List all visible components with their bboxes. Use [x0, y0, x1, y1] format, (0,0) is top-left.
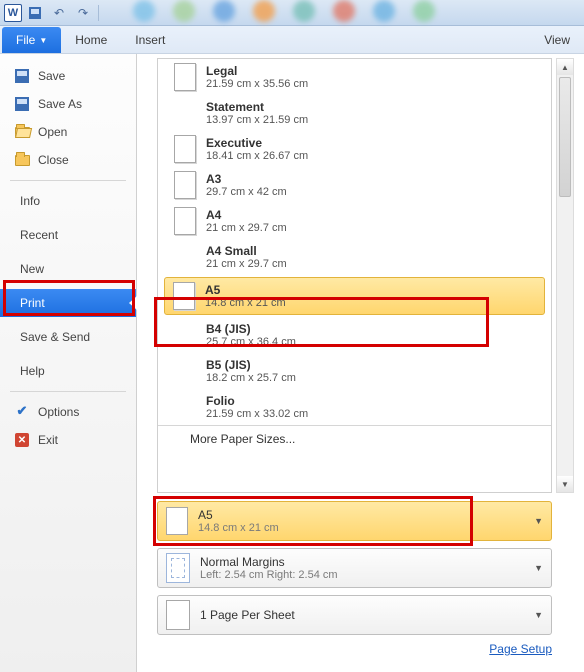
word-app-icon: W [4, 4, 22, 22]
sidebar-label: Save [38, 69, 65, 83]
page-icon [174, 207, 196, 235]
scroll-down-icon[interactable]: ▼ [557, 476, 573, 492]
close-icon [14, 152, 30, 168]
sidebar-item-exit[interactable]: ✕ Exit [0, 426, 136, 454]
backstage-sidebar: Save Save As Open Close Info Recent New [0, 54, 137, 672]
save-icon [14, 68, 30, 84]
scrollbar-vertical[interactable]: ▲ ▼ [556, 58, 574, 493]
tab-file[interactable]: File ▼ [2, 27, 61, 53]
sidebar-item-print[interactable]: Print [0, 289, 136, 317]
scroll-up-icon[interactable]: ▲ [557, 59, 573, 75]
more-paper-sizes[interactable]: More Paper Sizes... [158, 425, 551, 452]
chevron-down-icon: ▼ [534, 516, 543, 526]
qat-redo-icon[interactable]: ↷ [72, 3, 94, 23]
qat-undo-icon[interactable]: ↶ [48, 3, 70, 23]
sidebar-label: Open [38, 125, 67, 139]
sidebar-item-save[interactable]: Save [0, 62, 136, 90]
sidebar-item-help[interactable]: Help [0, 357, 136, 385]
sidebar-label: Save As [38, 97, 82, 111]
options-icon: ✔ [14, 404, 30, 420]
chevron-down-icon: ▼ [534, 563, 543, 573]
sidebar-item-close[interactable]: Close [0, 146, 136, 174]
sidebar-label: Exit [38, 433, 58, 447]
page-setup-link[interactable]: Page Setup [489, 642, 552, 656]
tab-home[interactable]: Home [61, 27, 121, 53]
paper-size-dropdown[interactable]: A5 14.8 cm x 21 cm ▼ [157, 501, 552, 541]
chevron-down-icon: ▼ [534, 610, 543, 620]
margins-dropdown[interactable]: Normal Margins Left: 2.54 cm Right: 2.54… [157, 548, 552, 588]
pages-per-sheet-dropdown[interactable]: 1 Page Per Sheet ▼ [157, 595, 552, 635]
sidebar-item-new[interactable]: New [0, 255, 136, 283]
sidebar-separator [10, 180, 126, 181]
save-as-icon [14, 96, 30, 112]
paper-size-executive[interactable]: Executive18.41 cm x 26.67 cm [158, 131, 551, 167]
sidebar-item-options[interactable]: ✔ Options [0, 398, 136, 426]
sidebar-item-info[interactable]: Info [0, 187, 136, 215]
tab-file-label: File [16, 33, 35, 47]
paper-size-statement[interactable]: Statement13.97 cm x 21.59 cm [158, 95, 551, 131]
paper-size-legal[interactable]: Legal21.59 cm x 35.56 cm [158, 59, 551, 95]
open-icon [14, 124, 30, 140]
exit-icon: ✕ [14, 432, 30, 448]
sidebar-item-save-send[interactable]: Save & Send [0, 323, 136, 351]
paper-size-b5[interactable]: B5 (JIS)18.2 cm x 25.7 cm [158, 353, 551, 389]
title-bar: W ↶ ↷ [0, 0, 584, 26]
sidebar-label: Options [38, 405, 79, 419]
paper-size-list[interactable]: Legal21.59 cm x 35.56 cm Statement13.97 … [157, 58, 552, 493]
margins-icon [166, 553, 190, 583]
qat-save-icon[interactable] [24, 3, 46, 23]
paper-size-folio[interactable]: Folio21.59 cm x 33.02 cm [158, 389, 551, 425]
tab-spacer [179, 27, 530, 53]
page-icon [174, 63, 196, 91]
paper-size-a4-small[interactable]: A4 Small21 cm x 29.7 cm [158, 239, 551, 275]
paper-size-a5[interactable]: A514.8 cm x 21 cm [164, 277, 545, 315]
sidebar-label: Close [38, 153, 69, 167]
scrollbar-thumb[interactable] [559, 77, 571, 197]
paper-size-a3[interactable]: A329.7 cm x 42 cm [158, 167, 551, 203]
sheet-icon [166, 600, 190, 630]
sidebar-item-save-as[interactable]: Save As [0, 90, 136, 118]
chevron-down-icon: ▼ [39, 36, 47, 45]
print-pane: ▲ ▼ Legal21.59 cm x 35.56 cm Statement13… [137, 54, 584, 672]
ribbon-tabs: File ▼ Home Insert View [0, 26, 584, 54]
blurred-title-area [103, 0, 580, 25]
tab-insert[interactable]: Insert [121, 27, 179, 53]
page-icon [174, 171, 196, 199]
page-icon [174, 135, 196, 163]
sidebar-item-recent[interactable]: Recent [0, 221, 136, 249]
qat-separator [98, 5, 99, 21]
paper-size-a4[interactable]: A421 cm x 29.7 cm [158, 203, 551, 239]
sidebar-item-open[interactable]: Open [0, 118, 136, 146]
page-icon [166, 507, 188, 535]
paper-size-b4[interactable]: B4 (JIS)25.7 cm x 36.4 cm [158, 317, 551, 353]
page-icon [173, 282, 195, 310]
tab-view[interactable]: View [530, 27, 584, 53]
sidebar-separator [10, 391, 126, 392]
